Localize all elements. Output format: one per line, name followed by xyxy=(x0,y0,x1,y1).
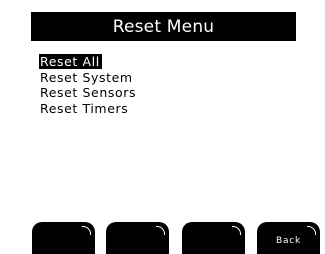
menu-item-reset-system[interactable]: Reset System xyxy=(39,70,138,86)
page-title: Reset Menu xyxy=(112,16,215,37)
softkey-1-button[interactable] xyxy=(32,222,95,254)
softkey-corner-decoration xyxy=(232,226,241,235)
menu-item-reset-timers[interactable]: Reset Timers xyxy=(39,101,138,117)
back-button-label: Back xyxy=(275,236,302,246)
softkey-corner-decoration xyxy=(156,226,165,235)
reset-menu-list: Reset All Reset System Reset Sensors Res… xyxy=(39,54,138,116)
softkey-corner-decoration xyxy=(82,226,91,235)
menu-item-label: Reset System xyxy=(40,69,133,85)
softkey-2-button[interactable] xyxy=(106,222,169,254)
menu-item-label: Reset All xyxy=(39,54,102,69)
softkey-corner-decoration xyxy=(307,226,316,235)
menu-item-label: Reset Timers xyxy=(40,100,129,116)
menu-item-reset-sensors[interactable]: Reset Sensors xyxy=(39,85,138,101)
menu-item-label: Reset Sensors xyxy=(40,85,137,100)
title-bar: Reset Menu xyxy=(31,12,296,41)
back-button[interactable]: Back xyxy=(257,222,320,254)
menu-item-reset-all[interactable]: Reset All xyxy=(39,54,138,70)
device-screen: Reset Menu Reset All Reset System Reset … xyxy=(0,0,325,254)
softkey-3-button[interactable] xyxy=(182,222,245,254)
